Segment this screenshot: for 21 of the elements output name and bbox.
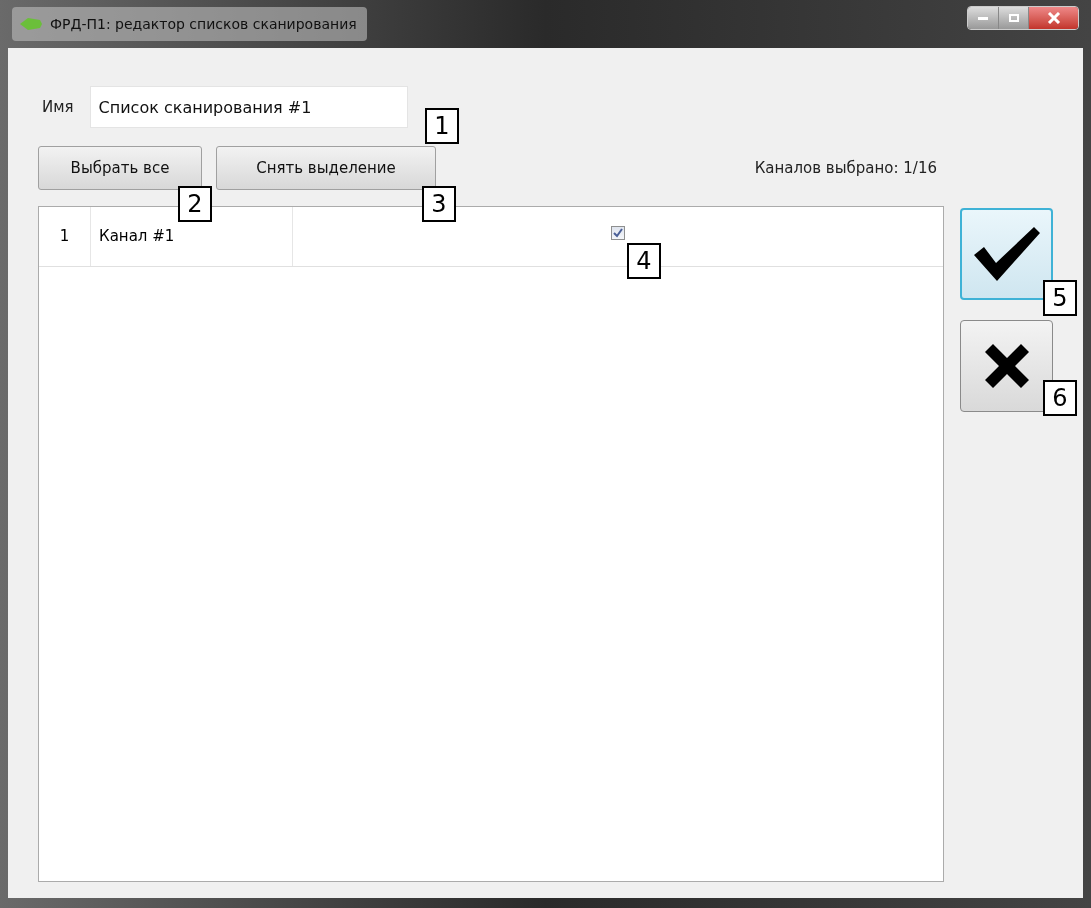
name-label: Имя xyxy=(42,96,74,118)
cancel-button[interactable] xyxy=(960,320,1053,412)
callout-number: 6 xyxy=(1043,380,1077,416)
maximize-button[interactable] xyxy=(998,7,1028,29)
toolbar-button[interactable]: Выбрать все xyxy=(38,146,202,190)
minimize-button[interactable] xyxy=(968,7,998,29)
row-number: 1 xyxy=(39,207,91,266)
callout-number: 1 xyxy=(425,108,459,144)
app-icon xyxy=(20,17,42,31)
check-icon xyxy=(971,225,1042,283)
callout-number: 5 xyxy=(1043,280,1077,316)
confirm-button[interactable] xyxy=(960,208,1053,300)
callout-number: 3 xyxy=(422,186,456,222)
window-title: ФРД-П1: редактор списков сканирования xyxy=(50,14,357,34)
close-button[interactable] xyxy=(1028,7,1078,29)
selected-count: Каналов выбрано: 1/16 xyxy=(754,157,937,179)
toolbar-button[interactable]: Снять выделение xyxy=(216,146,436,190)
close-icon xyxy=(1046,12,1061,24)
callout-number: 4 xyxy=(627,243,661,279)
name-field[interactable]: Список сканирования #1 xyxy=(89,86,408,128)
channel-checkbox[interactable] xyxy=(611,225,625,240)
